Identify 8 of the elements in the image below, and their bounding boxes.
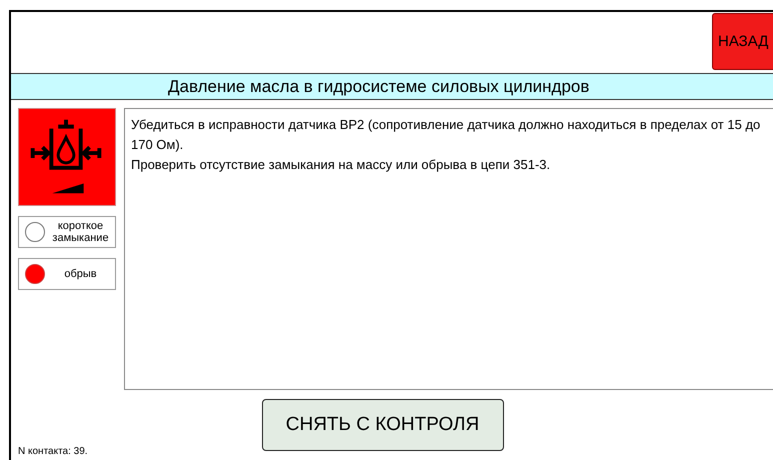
indicator-label: обрыв (63, 268, 98, 280)
remove-from-control-button[interactable]: СНЯТЬ С КОНТРОЛЯ (262, 399, 504, 451)
contact-number: N контакта: 39. (18, 446, 88, 457)
screen-title: Давление масла в гидросистеме силовых цилиндров (11, 74, 773, 100)
instruction-text: Убедиться в исправности датчика ВР2 (сопротивление датчика должно находиться в пределах от 15 до 170 Ом). Проверить отсутствие замыкания на массу или обрыва в цепи 351-3. (124, 108, 773, 390)
back-button[interactable]: НАЗАД (712, 13, 773, 70)
indicator-label: короткое замыкание (51, 220, 110, 244)
oil-pressure-icon (18, 108, 116, 206)
